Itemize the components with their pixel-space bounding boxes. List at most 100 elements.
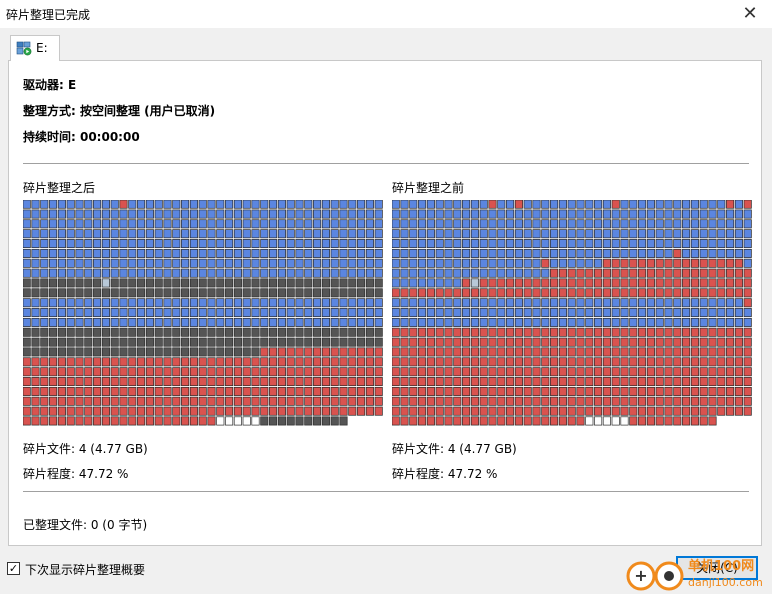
cluster-block bbox=[348, 396, 357, 406]
cluster-block bbox=[567, 298, 576, 308]
cluster-block bbox=[444, 337, 453, 347]
cluster-block bbox=[673, 357, 682, 367]
cluster-block bbox=[717, 209, 726, 219]
cluster-block bbox=[602, 258, 611, 268]
cluster-block bbox=[585, 347, 594, 357]
cluster-block bbox=[23, 406, 31, 416]
cluster-block bbox=[233, 219, 242, 229]
cluster-block bbox=[172, 347, 181, 357]
cluster-block bbox=[611, 416, 620, 426]
cluster-block bbox=[23, 347, 31, 357]
cluster-block bbox=[620, 200, 629, 209]
cluster-block bbox=[523, 396, 532, 406]
cluster-block bbox=[145, 406, 154, 416]
cluster-block bbox=[576, 288, 585, 298]
cluster-block bbox=[664, 396, 673, 406]
cluster-block bbox=[479, 209, 488, 219]
cluster-block bbox=[75, 248, 84, 258]
cluster-block bbox=[330, 406, 339, 416]
cluster-block bbox=[357, 347, 366, 357]
cluster-block bbox=[682, 278, 691, 288]
after-fragmentation-degree: 碎片程度: 47.72 % bbox=[23, 467, 129, 481]
cluster-block bbox=[567, 347, 576, 357]
cluster-block bbox=[31, 308, 40, 318]
cluster-block bbox=[313, 239, 322, 249]
cluster-block bbox=[49, 357, 58, 367]
cluster-block bbox=[567, 239, 576, 249]
cluster-block bbox=[453, 229, 462, 239]
cluster-block bbox=[497, 209, 506, 219]
tab-drive-e[interactable]: E: bbox=[10, 35, 60, 61]
cluster-block bbox=[49, 308, 58, 318]
cluster-block bbox=[251, 209, 260, 219]
cluster-block bbox=[145, 239, 154, 249]
cluster-block bbox=[365, 298, 374, 308]
cluster-block bbox=[321, 317, 330, 327]
after-cluster-map bbox=[23, 200, 383, 426]
cluster-block bbox=[558, 406, 567, 416]
cluster-block bbox=[400, 347, 409, 357]
cluster-block bbox=[66, 416, 75, 426]
show-summary-label[interactable]: 下次显示碎片整理概要 bbox=[25, 561, 145, 578]
cluster-block bbox=[409, 396, 418, 406]
cluster-block bbox=[57, 396, 66, 406]
cluster-block bbox=[31, 200, 40, 209]
cluster-block bbox=[163, 298, 172, 308]
cluster-block bbox=[426, 317, 435, 327]
cluster-block bbox=[181, 278, 190, 288]
cluster-block bbox=[699, 268, 708, 278]
cluster-block bbox=[365, 200, 374, 209]
cluster-block bbox=[57, 416, 66, 426]
cluster-block bbox=[198, 229, 207, 239]
cluster-block bbox=[743, 229, 752, 239]
close-window-icon[interactable]: ✕ bbox=[736, 2, 764, 26]
cluster-block bbox=[426, 406, 435, 416]
cluster-block bbox=[330, 298, 339, 308]
cluster-block bbox=[655, 416, 664, 426]
cluster-block bbox=[585, 406, 594, 416]
cluster-block bbox=[734, 308, 743, 318]
cluster-block bbox=[585, 239, 594, 249]
cluster-block bbox=[119, 406, 128, 416]
cluster-block bbox=[585, 308, 594, 318]
cluster-block bbox=[128, 288, 137, 298]
cluster-block bbox=[181, 416, 190, 426]
cluster-block bbox=[497, 229, 506, 239]
cluster-block bbox=[585, 219, 594, 229]
cluster-block bbox=[602, 317, 611, 327]
cluster-block bbox=[426, 209, 435, 219]
cluster-block bbox=[330, 357, 339, 367]
cluster-block bbox=[295, 327, 304, 337]
cluster-block bbox=[313, 377, 322, 387]
cluster-block bbox=[110, 209, 119, 219]
cluster-block bbox=[365, 219, 374, 229]
cluster-block bbox=[523, 317, 532, 327]
cluster-block bbox=[233, 258, 242, 268]
cluster-block bbox=[418, 357, 427, 367]
cluster-block bbox=[365, 268, 374, 278]
cluster-block bbox=[453, 288, 462, 298]
cluster-block bbox=[163, 357, 172, 367]
cluster-block bbox=[506, 347, 515, 357]
cluster-block bbox=[646, 209, 655, 219]
show-summary-checkbox[interactable]: ✓ bbox=[7, 562, 20, 575]
cluster-block bbox=[418, 416, 427, 426]
cluster-block bbox=[357, 327, 366, 337]
cluster-block bbox=[110, 258, 119, 268]
cluster-block bbox=[479, 219, 488, 229]
cluster-block bbox=[690, 268, 699, 278]
cluster-block bbox=[57, 219, 66, 229]
cluster-block bbox=[277, 406, 286, 416]
cluster-block bbox=[374, 386, 383, 396]
before-fragmented-files: 碎片文件: 4 (4.77 GB) bbox=[392, 442, 517, 456]
cluster-block bbox=[101, 386, 110, 396]
cluster-block bbox=[348, 386, 357, 396]
cluster-block bbox=[198, 248, 207, 258]
cluster-block bbox=[93, 248, 102, 258]
cluster-block bbox=[198, 239, 207, 249]
cluster-block bbox=[163, 406, 172, 416]
cluster-block bbox=[172, 219, 181, 229]
cluster-block bbox=[101, 396, 110, 406]
cluster-block bbox=[286, 367, 295, 377]
cluster-block bbox=[277, 248, 286, 258]
